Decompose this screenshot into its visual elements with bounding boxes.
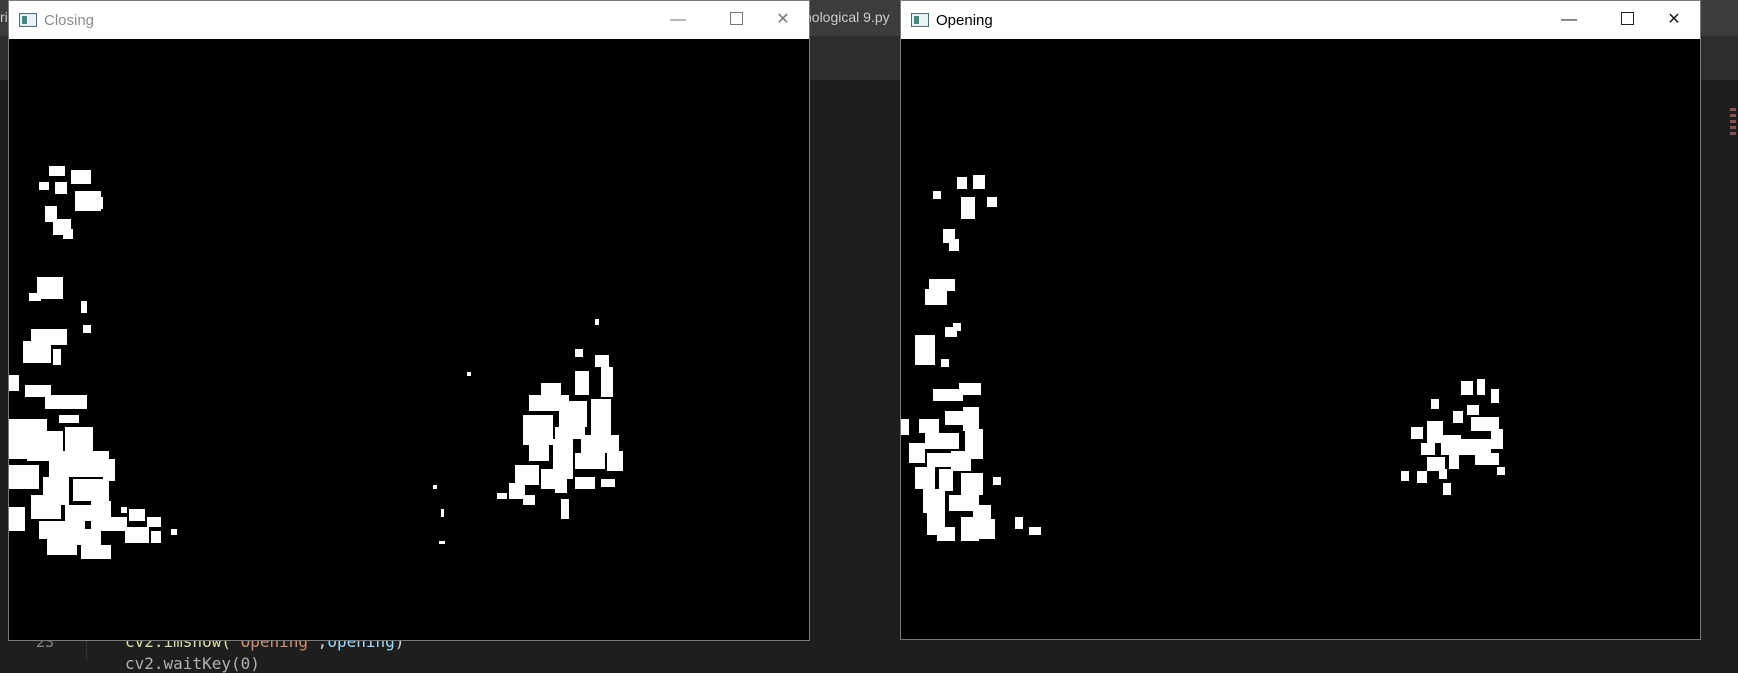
ide-title-fragment: ri: [0, 9, 8, 25]
window-title: Opening: [936, 12, 993, 29]
maximize-icon: [1620, 12, 1634, 26]
maximize-button[interactable]: [713, 6, 759, 34]
maximize-button[interactable]: [1604, 6, 1650, 34]
maximize-icon: [729, 12, 743, 26]
closing-image-canvas: [9, 39, 809, 640]
opening-window[interactable]: Opening — ✕: [900, 0, 1701, 640]
closing-window[interactable]: Closing — ✕: [8, 0, 810, 641]
minimap-mark: [1730, 108, 1736, 111]
close-icon: ✕: [1667, 11, 1681, 28]
minimap-mark: [1730, 114, 1736, 117]
minimize-icon: —: [1561, 11, 1577, 28]
minimize-button[interactable]: —: [1546, 6, 1592, 34]
ide-file-title: nological 9.py: [804, 9, 890, 25]
minimap-mark: [1730, 126, 1736, 129]
minimize-icon: —: [670, 11, 686, 28]
code-line-partial: cv2.waitKey(0): [125, 654, 260, 673]
app-window-icon: [911, 13, 929, 27]
closing-window-titlebar[interactable]: Closing — ✕: [9, 1, 809, 39]
window-title: Closing: [44, 12, 95, 29]
closing-morphology-image: [9, 39, 809, 640]
close-icon: ✕: [776, 11, 790, 28]
minimap-mark: [1730, 132, 1736, 135]
close-button[interactable]: ✕: [760, 6, 806, 34]
minimap-mark: [1730, 120, 1736, 123]
opening-morphology-image: [901, 39, 1700, 639]
opening-image-canvas: [901, 39, 1700, 639]
close-button[interactable]: ✕: [1651, 6, 1697, 34]
minimap[interactable]: [1730, 108, 1736, 172]
opening-window-titlebar[interactable]: Opening — ✕: [901, 1, 1700, 39]
minimize-button[interactable]: —: [655, 6, 701, 34]
app-window-icon: [19, 13, 37, 27]
